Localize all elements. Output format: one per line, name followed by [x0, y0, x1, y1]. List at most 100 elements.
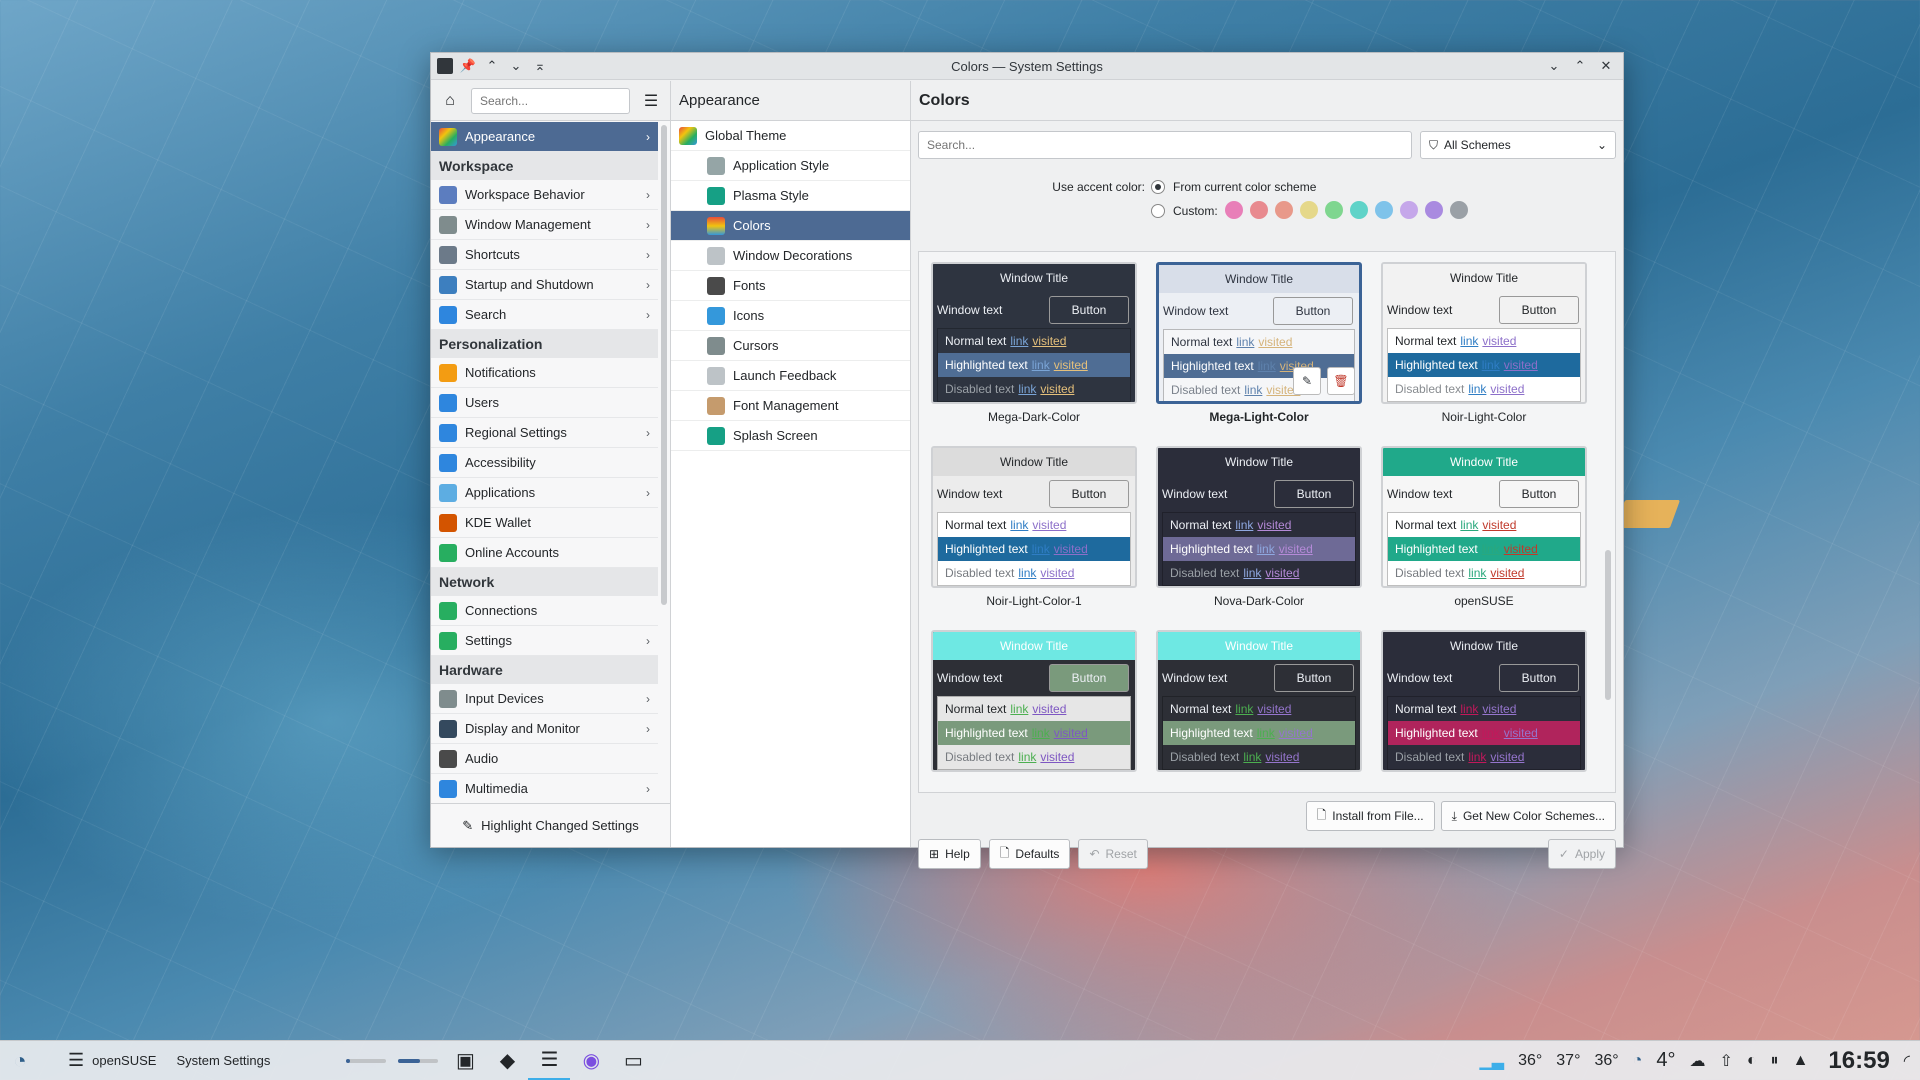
- sidebar-item-online-accounts[interactable]: Online Accounts: [431, 538, 658, 568]
- tray-expand-icon[interactable]: ▲: [1793, 1052, 1809, 1070]
- sidebar-item-search[interactable]: Search ›: [431, 300, 658, 330]
- sidebar-item-appearance[interactable]: Appearance ›: [431, 122, 658, 152]
- minimize-icon[interactable]: ⌄: [1545, 57, 1563, 75]
- sidebar-item-accessibility[interactable]: Accessibility: [431, 448, 658, 478]
- scheme-search-input[interactable]: [927, 138, 1403, 152]
- subcategory-splash-screen[interactable]: Splash Screen: [671, 421, 910, 451]
- accent-custom-radio[interactable]: [1151, 204, 1165, 218]
- accent-swatch[interactable]: [1249, 200, 1268, 219]
- show-desktop-icon[interactable]: ◜: [1904, 1051, 1910, 1071]
- sidebar-item-multimedia[interactable]: Multimedia ›: [431, 774, 658, 803]
- updates-icon[interactable]: ⇧: [1719, 1051, 1732, 1071]
- sidebar-item-workspace-behavior[interactable]: Workspace Behavior ›: [431, 180, 658, 210]
- keep-above-icon[interactable]: ⌃: [483, 57, 501, 75]
- keep-below-icon[interactable]: ⌄: [507, 57, 525, 75]
- close-icon[interactable]: ✕: [1597, 57, 1615, 75]
- subcategory-plasma-style[interactable]: Plasma Style: [671, 181, 910, 211]
- sidebar-scrollbar[interactable]: [661, 125, 667, 605]
- subcategory-icons[interactable]: Icons: [671, 301, 910, 331]
- color-scheme-card[interactable]: Window Title Window text Button Normal text…: [931, 630, 1137, 792]
- defaults-button[interactable]: 🗋 Defaults: [988, 839, 1071, 869]
- subcategory-launch-feedback[interactable]: Launch Feedback: [671, 361, 910, 391]
- volume-slider[interactable]: [340, 1041, 392, 1080]
- taskbar-active-window[interactable]: ☰ openSUSE System Settings: [58, 1041, 280, 1080]
- cpu-graph-icon[interactable]: ▁▃: [1479, 1051, 1504, 1071]
- desktop-pager-icon[interactable]: ▣: [444, 1041, 486, 1080]
- color-scheme-card[interactable]: Window Title Window text Button Normal text…: [931, 446, 1137, 614]
- accent-swatch[interactable]: [1274, 200, 1293, 219]
- system-settings-task-icon[interactable]: ☰: [528, 1041, 571, 1080]
- accent-swatch[interactable]: [1324, 200, 1343, 219]
- accent-swatch[interactable]: [1424, 200, 1443, 219]
- application-launcher[interactable]: ◔: [0, 1041, 40, 1080]
- help-button[interactable]: ⊞ Help: [918, 839, 981, 869]
- maximize-icon[interactable]: ⌃: [1571, 57, 1589, 75]
- sidebar-item-applications[interactable]: Applications ›: [431, 478, 658, 508]
- sidebar-search-input[interactable]: [480, 93, 621, 108]
- accent-custom-label[interactable]: Custom:: [1173, 204, 1218, 218]
- sidebar-item-users[interactable]: Users: [431, 388, 658, 418]
- home-button[interactable]: ⌂: [437, 88, 463, 114]
- inkscape-icon[interactable]: ◆: [486, 1041, 528, 1080]
- window-titlebar[interactable]: 📌 ⌃ ⌄ ⌅ Colors — System Settings ⌄ ⌃ ✕: [431, 53, 1623, 80]
- edit-scheme-button[interactable]: ✎: [1293, 367, 1321, 395]
- color-scheme-card[interactable]: Window Title Window text Button Normal text…: [931, 262, 1137, 430]
- app-menu-icon[interactable]: [437, 58, 453, 74]
- sidebar-item-regional-settings[interactable]: Regional Settings ›: [431, 418, 658, 448]
- accent-swatch[interactable]: [1399, 200, 1418, 219]
- cpu-temp-1[interactable]: 36°: [1518, 1052, 1542, 1070]
- sidebar-item-kde-wallet[interactable]: KDE Wallet: [431, 508, 658, 538]
- color-scheme-card[interactable]: Window Title Window text Button Normal text…: [1381, 446, 1587, 614]
- subcategory-window-decorations[interactable]: Window Decorations: [671, 241, 910, 271]
- sidebar-item-audio[interactable]: Audio: [431, 744, 658, 774]
- accent-from-scheme-label[interactable]: From current color scheme: [1173, 180, 1316, 194]
- pause-icon[interactable]: ⏸: [1771, 1052, 1779, 1070]
- accent-swatch[interactable]: [1449, 200, 1468, 219]
- sidebar-item-input-devices[interactable]: Input Devices ›: [431, 684, 658, 714]
- cloud-icon[interactable]: ☁: [1689, 1051, 1705, 1071]
- sidebar-item-shortcuts[interactable]: Shortcuts ›: [431, 240, 658, 270]
- get-new-schemes-button[interactable]: ⤓ Get New Color Schemes...: [1440, 801, 1616, 831]
- color-scheme-card[interactable]: Window Title Window text Button Normal text…: [1156, 262, 1362, 430]
- color-scheme-card[interactable]: Window Title Window text Button Normal text…: [1381, 630, 1587, 792]
- subcategory-application-style[interactable]: Application Style: [671, 151, 910, 181]
- brightness-slider[interactable]: [392, 1041, 444, 1080]
- sidebar-item-window-management[interactable]: Window Management ›: [431, 210, 658, 240]
- clock[interactable]: 16:59: [1828, 1047, 1889, 1075]
- reset-button[interactable]: ↶ Reset: [1078, 839, 1148, 869]
- hamburger-menu-button[interactable]: ☰: [638, 88, 664, 114]
- file-manager-icon[interactable]: ▭: [612, 1041, 654, 1080]
- accent-swatch[interactable]: [1299, 200, 1318, 219]
- shade-icon[interactable]: ⌅: [531, 57, 549, 75]
- scheme-grid-scrollbar[interactable]: [1605, 550, 1611, 700]
- color-scheme-card[interactable]: Window Title Window text Button Normal text…: [1381, 262, 1587, 430]
- audio-tray-icon[interactable]: ◐: [1747, 1052, 1757, 1070]
- weather-temp[interactable]: 4°: [1656, 1049, 1675, 1072]
- subcategory-colors[interactable]: Colors: [671, 211, 910, 241]
- cpu-temp-3[interactable]: 36°: [1594, 1052, 1618, 1070]
- subcategory-fonts[interactable]: Fonts: [671, 271, 910, 301]
- subcategory-global-theme[interactable]: Global Theme: [671, 121, 910, 151]
- scheme-filter-dropdown[interactable]: ⛉ All Schemes ⌄: [1420, 131, 1616, 159]
- color-scheme-card[interactable]: Window Title Window text Button Normal text…: [1156, 446, 1362, 614]
- highlight-changed-button[interactable]: ✎ Highlight Changed Settings: [431, 803, 670, 847]
- color-scheme-card[interactable]: Window Title Window text Button Normal text…: [1156, 630, 1362, 792]
- subcategory-font-management[interactable]: Font Management: [671, 391, 910, 421]
- subcategory-cursors[interactable]: Cursors: [671, 331, 910, 361]
- sidebar-item-startup-and-shutdown[interactable]: Startup and Shutdown ›: [431, 270, 658, 300]
- sidebar-item-settings[interactable]: Settings ›: [431, 626, 658, 656]
- install-from-file-button[interactable]: 🗋 Install from File...: [1305, 801, 1435, 831]
- accent-from-scheme-radio[interactable]: [1151, 180, 1165, 194]
- cpu-temp-2[interactable]: 37°: [1556, 1052, 1580, 1070]
- sidebar-item-display-and-monitor[interactable]: Display and Monitor ›: [431, 714, 658, 744]
- opensuse-tray-icon[interactable]: ◔: [1633, 1052, 1643, 1070]
- apply-button[interactable]: ✓ Apply: [1547, 839, 1616, 869]
- accent-swatch[interactable]: [1224, 200, 1243, 219]
- delete-scheme-button[interactable]: 🗑: [1327, 367, 1355, 395]
- accent-swatch[interactable]: [1374, 200, 1393, 219]
- firefox-icon[interactable]: ◉: [570, 1041, 612, 1080]
- sidebar-item-connections[interactable]: Connections: [431, 596, 658, 626]
- scheme-search[interactable]: [918, 131, 1412, 159]
- pin-icon[interactable]: 📌: [459, 57, 477, 75]
- sidebar-search[interactable]: [471, 87, 630, 114]
